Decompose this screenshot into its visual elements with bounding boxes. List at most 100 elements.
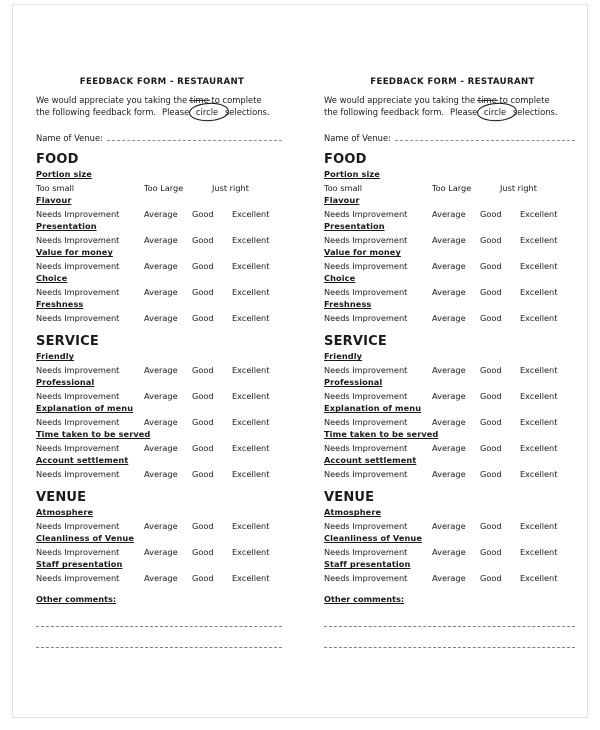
rating-option[interactable]: Excellent: [520, 547, 557, 557]
rating-option[interactable]: Needs Improvement: [36, 365, 144, 375]
rating-option[interactable]: Average: [144, 261, 192, 271]
rating-option[interactable]: Needs Improvement: [324, 209, 432, 219]
rating-option[interactable]: Good: [480, 391, 520, 401]
rating-option[interactable]: Needs Improvement: [324, 313, 432, 323]
rating-option[interactable]: Good: [192, 547, 232, 557]
rating-option[interactable]: Needs Improvement: [324, 469, 432, 479]
rating-option[interactable]: Good: [480, 469, 520, 479]
rating-option[interactable]: Good: [192, 391, 232, 401]
rating-option[interactable]: Good: [192, 287, 232, 297]
rating-option[interactable]: Needs Improvement: [36, 261, 144, 271]
rating-option[interactable]: Average: [432, 261, 480, 271]
rating-option[interactable]: Needs Improvement: [324, 547, 432, 557]
rating-option[interactable]: Average: [144, 287, 192, 297]
rating-option[interactable]: Needs Improvement: [36, 417, 144, 427]
rating-option[interactable]: Average: [144, 573, 192, 583]
rating-option[interactable]: Needs Improvement: [36, 287, 144, 297]
rating-option[interactable]: Excellent: [232, 391, 269, 401]
rating-option[interactable]: Average: [144, 469, 192, 479]
rating-option[interactable]: Excellent: [520, 469, 557, 479]
comment-line[interactable]: [324, 625, 575, 628]
rating-option[interactable]: Good: [480, 261, 520, 271]
rating-option[interactable]: Excellent: [232, 235, 269, 245]
rating-option[interactable]: Good: [192, 521, 232, 531]
comment-line[interactable]: [36, 646, 282, 649]
rating-option[interactable]: Good: [192, 261, 232, 271]
rating-option[interactable]: Average: [144, 443, 192, 453]
rating-option[interactable]: Good: [192, 235, 232, 245]
rating-option[interactable]: Excellent: [520, 573, 557, 583]
rating-option[interactable]: Needs Improvement: [36, 521, 144, 531]
rating-option[interactable]: Needs Improvement: [36, 391, 144, 401]
rating-option[interactable]: Good: [480, 443, 520, 453]
rating-option[interactable]: Excellent: [232, 313, 269, 323]
rating-option[interactable]: Average: [432, 443, 480, 453]
rating-option[interactable]: Needs Improvement: [36, 573, 144, 583]
rating-option[interactable]: Needs Improvement: [36, 313, 144, 323]
rating-option[interactable]: Average: [144, 521, 192, 531]
rating-option[interactable]: Average: [144, 417, 192, 427]
rating-option[interactable]: Average: [432, 235, 480, 245]
rating-option[interactable]: Average: [432, 209, 480, 219]
rating-option[interactable]: Good: [480, 235, 520, 245]
rating-option[interactable]: Average: [432, 469, 480, 479]
rating-option[interactable]: Excellent: [232, 469, 269, 479]
rating-option[interactable]: Good: [480, 209, 520, 219]
rating-option[interactable]: Excellent: [520, 209, 557, 219]
rating-option[interactable]: Good: [480, 287, 520, 297]
rating-option[interactable]: Excellent: [232, 547, 269, 557]
rating-option[interactable]: Average: [144, 547, 192, 557]
rating-option[interactable]: Good: [480, 521, 520, 531]
rating-option[interactable]: Needs Improvement: [36, 209, 144, 219]
rating-option[interactable]: Needs Improvement: [324, 365, 432, 375]
rating-option[interactable]: Average: [432, 417, 480, 427]
rating-option[interactable]: Needs Improvement: [324, 521, 432, 531]
comment-line[interactable]: [324, 646, 575, 649]
rating-option[interactable]: Excellent: [232, 521, 269, 531]
rating-option[interactable]: Too small: [36, 183, 144, 193]
rating-option[interactable]: Too small: [324, 183, 432, 193]
rating-option[interactable]: Excellent: [520, 521, 557, 531]
rating-option[interactable]: Just right: [500, 183, 540, 193]
rating-option[interactable]: Average: [144, 313, 192, 323]
rating-option[interactable]: Average: [144, 235, 192, 245]
rating-option[interactable]: Good: [480, 313, 520, 323]
rating-option[interactable]: Needs Improvement: [36, 235, 144, 245]
rating-option[interactable]: Excellent: [520, 391, 557, 401]
rating-option[interactable]: Needs Improvement: [36, 469, 144, 479]
rating-option[interactable]: Excellent: [520, 365, 557, 375]
rating-option[interactable]: Average: [432, 573, 480, 583]
rating-option[interactable]: Needs Improvement: [324, 235, 432, 245]
rating-option[interactable]: Excellent: [232, 287, 269, 297]
rating-option[interactable]: Good: [480, 365, 520, 375]
rating-option[interactable]: Needs Improvement: [324, 261, 432, 271]
rating-option[interactable]: Needs Improvement: [324, 443, 432, 453]
rating-option[interactable]: Average: [144, 209, 192, 219]
rating-option[interactable]: Needs Improvement: [36, 443, 144, 453]
rating-option[interactable]: Excellent: [232, 261, 269, 271]
rating-option[interactable]: Good: [192, 417, 232, 427]
rating-option[interactable]: Good: [192, 209, 232, 219]
rating-option[interactable]: Needs Improvement: [324, 573, 432, 583]
rating-option[interactable]: Needs Improvement: [324, 287, 432, 297]
rating-option[interactable]: Needs Improvement: [324, 417, 432, 427]
venue-name-input[interactable]: [106, 139, 282, 142]
rating-option[interactable]: Average: [432, 521, 480, 531]
rating-option[interactable]: Too Large: [432, 183, 500, 193]
rating-option[interactable]: Average: [432, 391, 480, 401]
rating-option[interactable]: Average: [432, 365, 480, 375]
rating-option[interactable]: Good: [480, 547, 520, 557]
rating-option[interactable]: Needs Improvement: [36, 547, 144, 557]
rating-option[interactable]: Good: [192, 573, 232, 583]
rating-option[interactable]: Excellent: [520, 313, 557, 323]
rating-option[interactable]: Average: [144, 391, 192, 401]
rating-option[interactable]: Excellent: [232, 209, 269, 219]
rating-option[interactable]: Good: [192, 313, 232, 323]
rating-option[interactable]: Excellent: [232, 417, 269, 427]
rating-option[interactable]: Excellent: [520, 417, 557, 427]
rating-option[interactable]: Good: [480, 417, 520, 427]
rating-option[interactable]: Excellent: [520, 443, 557, 453]
rating-option[interactable]: Good: [192, 365, 232, 375]
rating-option[interactable]: Just right: [212, 183, 252, 193]
rating-option[interactable]: Average: [432, 313, 480, 323]
